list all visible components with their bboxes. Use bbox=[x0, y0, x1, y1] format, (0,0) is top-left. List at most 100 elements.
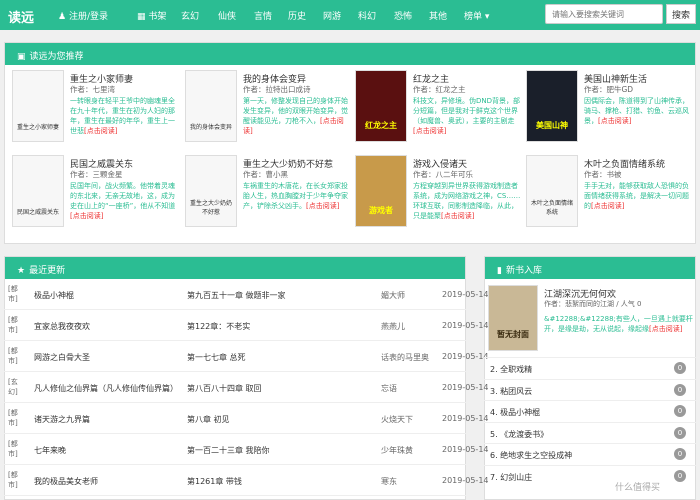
category[interactable]: [都市] bbox=[8, 408, 20, 428]
read-link[interactable]: [点击阅读] bbox=[413, 127, 446, 135]
chapter-link[interactable]: 第九百五十一章 做题非一家 bbox=[187, 290, 286, 301]
read-link[interactable]: [点击阅读] bbox=[598, 117, 631, 125]
recommend-book: 我的身体会变异 我的身体会变异 作者：拉特出口成诗 第一天，修整发现自己的身体开… bbox=[185, 70, 355, 148]
book-cover[interactable]: 民国之威震关东 bbox=[12, 155, 64, 227]
book-author: 作者：拉特出口成诗 bbox=[243, 85, 311, 94]
book-title[interactable]: 诸天游之九界篇 bbox=[34, 414, 90, 425]
book-author: 作者：七里湾 bbox=[70, 85, 115, 94]
nav-kehuan[interactable]: 科幻 bbox=[358, 9, 376, 22]
author: 少年珠黄 bbox=[381, 446, 413, 455]
nav-xuanhuan[interactable]: 玄幻 bbox=[181, 9, 199, 22]
list-item[interactable]: 5. 《龙渡委书》 0 bbox=[484, 421, 696, 443]
latest-header: ★ 最近更新 bbox=[5, 257, 465, 279]
update-date: 2019-05-14 bbox=[442, 414, 489, 423]
book-desc: 手手无对，能够获取敌人恐惧的负面情绪获得系统，是解决一切问题的[点击阅读] bbox=[584, 182, 689, 210]
chapter-link[interactable]: 第一百二十三章 我陪你 bbox=[187, 445, 270, 456]
nav-qita[interactable]: 其他 bbox=[429, 9, 447, 22]
author: 忘语 bbox=[381, 384, 397, 393]
category[interactable]: [都市] bbox=[8, 470, 20, 490]
count-badge: 0 bbox=[674, 426, 686, 439]
read-link[interactable]: [点击阅读] bbox=[441, 212, 474, 220]
list-item[interactable]: 3. 粘团风云 0 bbox=[484, 378, 696, 400]
category[interactable]: [玄幻] bbox=[8, 377, 20, 397]
book-title[interactable]: 网游之白骨大圣 bbox=[34, 352, 90, 363]
chapter-link[interactable]: 第一七七章 总死 bbox=[187, 352, 246, 363]
recommend-book: 民国之威震关东 民国之威震关东 作者：三颗金星 民国年间，战火频繁。他带着灵魂的… bbox=[12, 155, 182, 233]
featured-desc: &#12288;&#12288;有些人，一旦遇上就要杆开，是缘是劫，无从说起，缘… bbox=[544, 315, 693, 333]
book-cover[interactable]: 重生之小家师妻 bbox=[12, 70, 64, 142]
book-title[interactable]: 凡人修仙之仙界篇（凡人修仙传仙界篇） bbox=[34, 383, 178, 394]
book-cover[interactable]: 重生之大少奶奶不好惹 bbox=[185, 155, 237, 227]
thumbs-up-icon: ▣ bbox=[17, 52, 26, 62]
login-link[interactable]: ♟ 注册/登录 bbox=[58, 9, 108, 22]
category[interactable]: [都市] bbox=[8, 315, 20, 335]
author: 话表的马里奥 bbox=[381, 353, 429, 362]
book-title[interactable]: 我的极品美女老师 bbox=[34, 476, 98, 487]
book-desc: 科技文，异修境。伪DND背景，部分短篇，但是我对于鲜克这个世界（如魔兽、奥武），… bbox=[413, 97, 521, 135]
bookshelf-link[interactable]: ▦ 书架 bbox=[137, 9, 166, 22]
list-item-label: 4. 极品小神棍 bbox=[490, 408, 541, 417]
book-desc: 第一天，修整发现自己的身体开始发生变异，他的双眼开始变异，觉醒读能见光，刀枪不入… bbox=[243, 97, 348, 135]
book-author: 作者：曹小黑 bbox=[243, 170, 288, 179]
recommend-book: 红龙之主 红龙之主 作者：红龙之主 科技文，异修境。伪DND背景，部分短篇，但是… bbox=[355, 70, 525, 148]
list-item[interactable]: 4. 极品小神棍 0 bbox=[484, 400, 696, 421]
chapter-link[interactable]: 第八章 初见 bbox=[187, 414, 230, 425]
nav-wangyou[interactable]: 网游 bbox=[323, 9, 341, 22]
list-item[interactable]: 6. 绝地求生之空投成神 0 bbox=[484, 443, 696, 464]
nav-kongbu[interactable]: 恐怖 bbox=[394, 9, 412, 22]
nav-lishi[interactable]: 历史 bbox=[288, 9, 306, 22]
featured-author: 作者：悲絮而同的江湖 / 人气 0 bbox=[544, 300, 642, 308]
book-icon: ▦ bbox=[137, 12, 146, 22]
category[interactable]: [都市] bbox=[8, 284, 20, 304]
recommend-book: 游戏者 游戏入侵诸天 作者：八二年可乐 方程穿越到异世界获得游戏制造者系统，成为… bbox=[355, 155, 525, 233]
table-row: [都市] 宜家总我夜夜欢 第122章：不老实 燕燕儿 2019-05-14 bbox=[4, 311, 489, 341]
book-author: 作者：三颗金星 bbox=[70, 170, 123, 179]
book-cover[interactable]: 游戏者 bbox=[355, 155, 407, 227]
book-cover[interactable]: 木叶之负面情绪系统 bbox=[526, 155, 578, 227]
recommend-book: 美国山神 美国山神新生活 作者：肥牛GD 因偶际会，陈道得到了山神传承，骑马、撑… bbox=[526, 70, 696, 148]
table-row: [玄幻] 凡人修仙之仙界篇（凡人修仙传仙界篇） 第八百八十四章 取回 忘语 20… bbox=[4, 373, 489, 403]
update-date: 2019-05-14 bbox=[442, 290, 489, 299]
author: 火烧天下 bbox=[381, 415, 413, 424]
site-logo[interactable]: 读远 bbox=[8, 7, 34, 26]
update-date: 2019-05-14 bbox=[442, 445, 489, 454]
list-item[interactable]: 2. 全职戏精 0 bbox=[484, 357, 696, 378]
book-author: 作者：肥牛GD bbox=[584, 85, 634, 94]
book-title[interactable]: 七年来晚 bbox=[34, 445, 66, 456]
list-item[interactable]: 7. 幻剑山庄 0 bbox=[484, 464, 696, 486]
read-link[interactable]: [点击阅读] bbox=[306, 202, 339, 210]
category[interactable]: [都市] bbox=[8, 346, 20, 366]
book-cover[interactable]: 红龙之主 bbox=[355, 70, 407, 142]
book-author: 作者：红龙之主 bbox=[413, 85, 466, 94]
count-badge: 0 bbox=[674, 469, 686, 482]
newbooks-header: ▮ 新书入库 bbox=[485, 257, 695, 279]
count-badge: 0 bbox=[674, 448, 686, 460]
nav-rank-dropdown[interactable]: 榜单 ▾ bbox=[464, 9, 489, 22]
list-item-label: 6. 绝地求生之空投成神 bbox=[490, 451, 573, 460]
list-item-label: 7. 幻剑山庄 bbox=[490, 472, 533, 482]
read-link[interactable]: [点击阅读] bbox=[84, 127, 117, 135]
author: 媚大师 bbox=[381, 291, 405, 300]
chapter-link[interactable]: 第122章：不老实 bbox=[187, 321, 250, 332]
recommend-book: 重生之大少奶奶不好惹 重生之大少奶奶不好惹 作者：曹小黑 车祸重生的木唐花，在长… bbox=[185, 155, 355, 233]
read-link[interactable]: [点击阅读] bbox=[591, 202, 624, 210]
chapter-link[interactable]: 第1261章 带钱 bbox=[187, 476, 242, 487]
category[interactable]: [都市] bbox=[8, 439, 20, 459]
book-title[interactable]: 极品小神棍 bbox=[34, 290, 74, 301]
book-cover[interactable]: 我的身体会变异 bbox=[185, 70, 237, 142]
book-desc: 一转眼身在轻平王爷中的幽魂里全在九十年代，重生在初为人妇的那年，重生在最好的年华… bbox=[70, 97, 175, 135]
featured-cover[interactable]: 暂无封面 bbox=[488, 285, 538, 351]
chapter-link[interactable]: 第八百八十四章 取回 bbox=[187, 383, 262, 394]
search-button[interactable]: 搜索 bbox=[666, 4, 696, 24]
recommend-book: 木叶之负面情绪系统 木叶之负面情绪系统 作者：书被 手手无对，能够获取敌人恐惧的… bbox=[526, 155, 696, 233]
read-link[interactable]: [点击阅读] bbox=[70, 212, 103, 220]
search-input[interactable] bbox=[545, 4, 663, 24]
nav-xianxia[interactable]: 仙侠 bbox=[218, 9, 236, 22]
book-title[interactable]: 宜家总我夜夜欢 bbox=[34, 321, 90, 332]
nav-yanqing[interactable]: 言情 bbox=[254, 9, 272, 22]
book-cover[interactable]: 美国山神 bbox=[526, 70, 578, 142]
list-item-label: 3. 粘团风云 bbox=[490, 386, 533, 396]
update-date: 2019-05-14 bbox=[442, 352, 489, 361]
book-author: 作者：八二年可乐 bbox=[413, 170, 473, 179]
count-badge: 0 bbox=[674, 405, 686, 417]
